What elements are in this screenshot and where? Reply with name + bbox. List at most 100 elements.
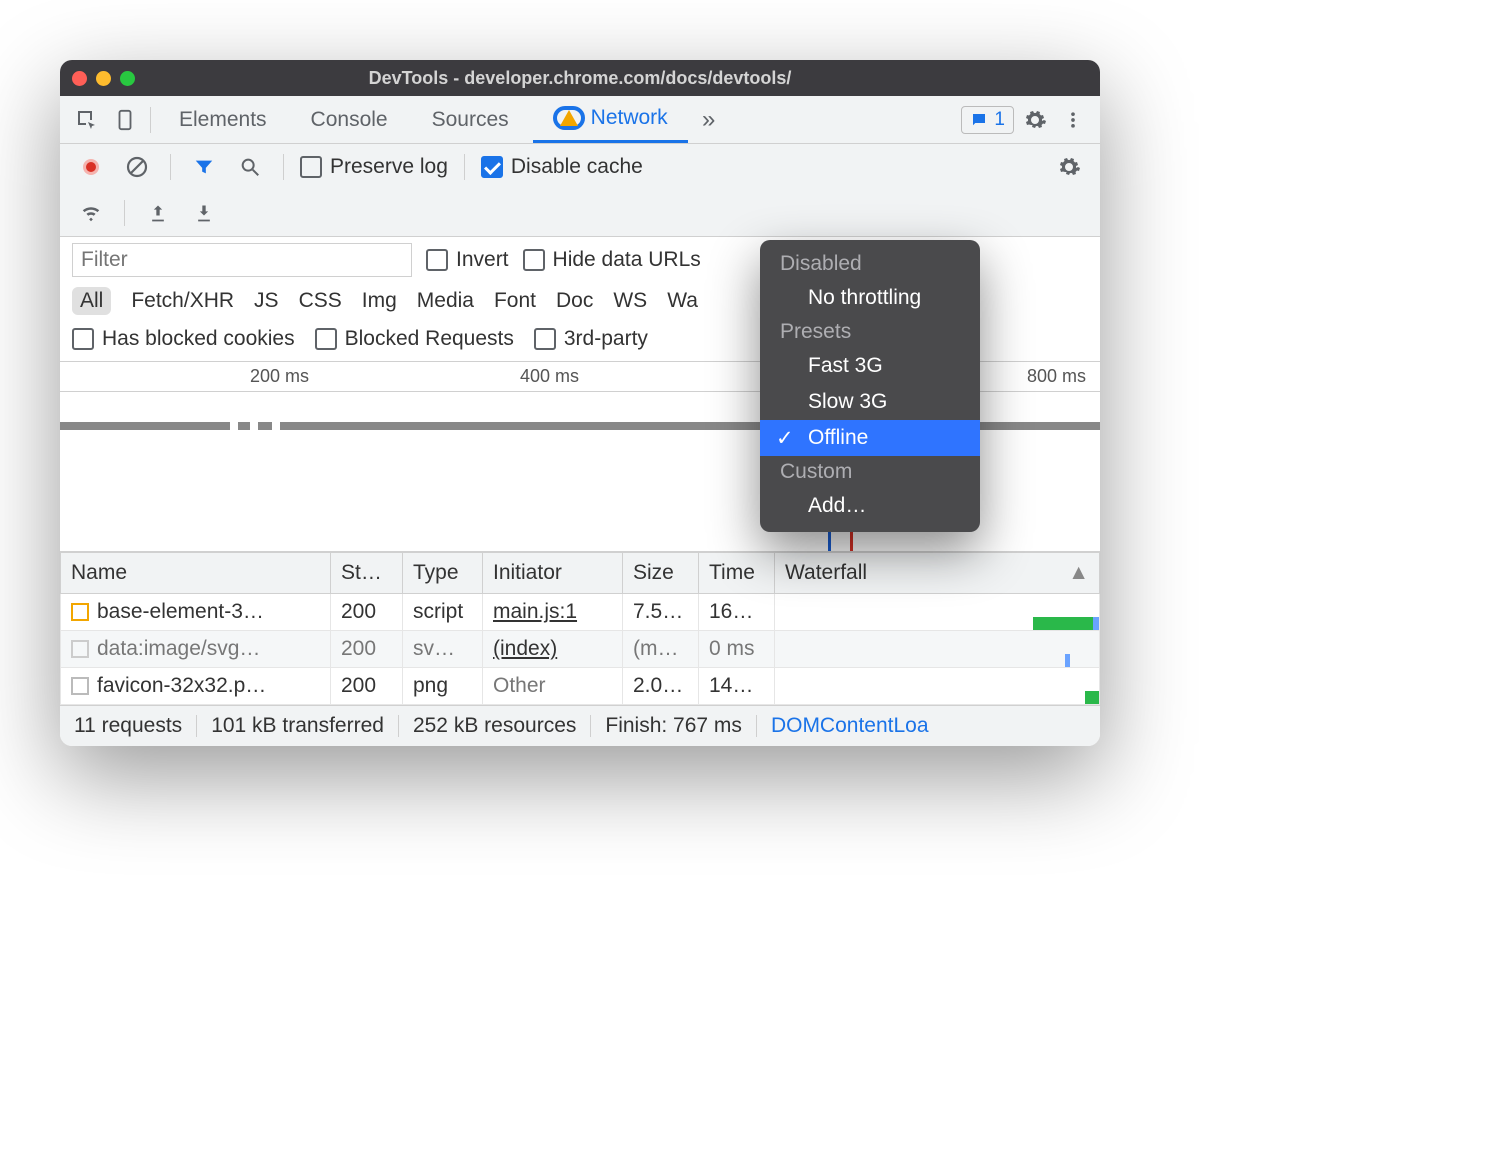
filter-toggle-icon[interactable] <box>187 150 221 184</box>
dropdown-item-add[interactable]: Add… <box>760 488 980 524</box>
cell-initiator: Other <box>493 674 546 697</box>
tab-elements[interactable]: Elements <box>159 96 287 143</box>
status-bar: 11 requests 101 kB transferred 252 kB re… <box>60 705 1100 746</box>
divider <box>398 715 399 737</box>
window-title: DevTools - developer.chrome.com/docs/dev… <box>60 68 1100 89</box>
table-row[interactable]: base-element-3… 200 script main.js:1 7.5… <box>61 594 1100 631</box>
chip-doc[interactable]: Doc <box>556 289 593 313</box>
device-toolbar-icon[interactable] <box>108 103 142 137</box>
blocked-requests-checkbox[interactable]: Blocked Requests <box>315 327 514 351</box>
messages-badge[interactable]: 1 <box>961 106 1014 134</box>
cell-size: (m… <box>623 631 699 668</box>
col-size[interactable]: Size <box>623 553 699 594</box>
table-row[interactable]: favicon-32x32.p… 200 png Other 2.0… 14… <box>61 668 1100 705</box>
file-type-icon <box>71 603 89 621</box>
chip-js[interactable]: JS <box>254 289 279 313</box>
dropdown-item-offline[interactable]: Offline <box>760 420 980 456</box>
disable-cache-checkbox[interactable]: Disable cache <box>481 155 643 179</box>
close-window-button[interactable] <box>72 71 87 86</box>
status-resources: 252 kB resources <box>413 714 576 738</box>
network-toolbar-secondary <box>60 190 1100 237</box>
more-tabs-chevron-icon[interactable]: » <box>692 103 726 137</box>
messages-count: 1 <box>994 109 1005 131</box>
dropdown-section-presets: Presets <box>760 316 980 348</box>
dropdown-item-no-throttling[interactable]: No throttling <box>760 280 980 316</box>
cell-size: 2.0… <box>623 668 699 705</box>
chip-fetch-xhr[interactable]: Fetch/XHR <box>131 289 234 313</box>
throttling-dropdown: Disabled No throttling Presets Fast 3G S… <box>760 240 980 532</box>
devtools-window: DevTools - developer.chrome.com/docs/dev… <box>60 60 1100 746</box>
status-domcontentloaded[interactable]: DOMContentLoa <box>771 714 929 738</box>
hide-data-urls-label: Hide data URLs <box>553 248 701 272</box>
cell-type: sv… <box>403 631 483 668</box>
file-type-icon <box>71 677 89 695</box>
cell-initiator[interactable]: main.js:1 <box>493 600 577 623</box>
divider <box>124 200 125 226</box>
invert-label: Invert <box>456 248 509 272</box>
clear-button[interactable] <box>120 150 154 184</box>
tab-network[interactable]: Network <box>533 96 688 143</box>
chip-font[interactable]: Font <box>494 289 536 313</box>
titlebar: DevTools - developer.chrome.com/docs/dev… <box>60 60 1100 96</box>
record-button[interactable] <box>74 150 108 184</box>
third-party-label: 3rd-party <box>564 327 648 351</box>
export-har-icon[interactable] <box>141 196 175 230</box>
col-time[interactable]: Time <box>699 553 775 594</box>
divider <box>283 154 284 180</box>
network-conditions-icon[interactable] <box>74 196 108 230</box>
cell-type: png <box>403 668 483 705</box>
panel-tabs: Elements Console Sources Network » 1 <box>60 96 1100 144</box>
invert-checkbox[interactable]: Invert <box>426 248 509 272</box>
tab-network-label: Network <box>591 106 668 130</box>
status-requests: 11 requests <box>74 714 182 738</box>
filter-input[interactable] <box>72 243 412 277</box>
col-initiator[interactable]: Initiator <box>483 553 623 594</box>
chip-media[interactable]: Media <box>417 289 474 313</box>
chip-ws[interactable]: WS <box>613 289 647 313</box>
third-party-checkbox[interactable]: 3rd-party <box>534 327 648 351</box>
cell-name: favicon-32x32.p… <box>97 674 266 697</box>
tab-sources[interactable]: Sources <box>412 96 529 143</box>
disable-cache-label: Disable cache <box>511 155 643 179</box>
col-waterfall[interactable]: Waterfall▲ <box>775 553 1100 594</box>
tick-800ms: 800 ms <box>1027 366 1086 387</box>
divider <box>590 715 591 737</box>
col-type[interactable]: Type <box>403 553 483 594</box>
kebab-menu-icon[interactable] <box>1056 103 1090 137</box>
inspect-element-icon[interactable] <box>70 103 104 137</box>
dropdown-item-fast-3g[interactable]: Fast 3G <box>760 348 980 384</box>
tab-console[interactable]: Console <box>291 96 408 143</box>
import-har-icon[interactable] <box>187 196 221 230</box>
search-icon[interactable] <box>233 150 267 184</box>
cell-initiator[interactable]: (index) <box>493 637 557 660</box>
settings-icon[interactable] <box>1018 103 1052 137</box>
status-finish: Finish: 767 ms <box>605 714 742 738</box>
cell-type: script <box>403 594 483 631</box>
col-waterfall-label: Waterfall <box>785 561 867 584</box>
col-status[interactable]: St… <box>331 553 403 594</box>
cell-time: 14… <box>699 668 775 705</box>
requests-table: Name St… Type Initiator Size Time Waterf… <box>60 552 1100 705</box>
minimize-window-button[interactable] <box>96 71 111 86</box>
hide-data-urls-checkbox[interactable]: Hide data URLs <box>523 248 701 272</box>
preserve-log-checkbox[interactable]: Preserve log <box>300 155 448 179</box>
network-settings-icon[interactable] <box>1052 150 1086 184</box>
chip-all[interactable]: All <box>72 287 111 315</box>
cell-status: 200 <box>331 631 403 668</box>
chip-wasm[interactable]: Wa <box>667 289 698 313</box>
cell-name: base-element-3… <box>97 600 264 623</box>
col-name[interactable]: Name <box>61 553 331 594</box>
cell-name: data:image/svg… <box>97 637 260 660</box>
cell-status: 200 <box>331 594 403 631</box>
dropdown-item-slow-3g[interactable]: Slow 3G <box>760 384 980 420</box>
divider <box>196 715 197 737</box>
file-type-icon <box>71 640 89 658</box>
chip-img[interactable]: Img <box>362 289 397 313</box>
maximize-window-button[interactable] <box>120 71 135 86</box>
table-row[interactable]: data:image/svg… 200 sv… (index) (m… 0 ms <box>61 631 1100 668</box>
tick-400ms: 400 ms <box>520 366 579 387</box>
has-blocked-cookies-checkbox[interactable]: Has blocked cookies <box>72 327 295 351</box>
divider <box>756 715 757 737</box>
chip-css[interactable]: CSS <box>299 289 342 313</box>
divider <box>464 154 465 180</box>
